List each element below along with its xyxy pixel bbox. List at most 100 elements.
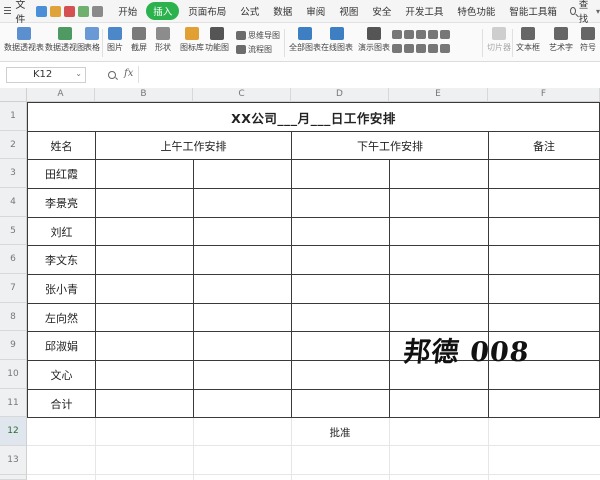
chevron-down-icon: ▾	[595, 6, 600, 16]
name-cell[interactable]: 文心	[28, 361, 95, 389]
tab-special[interactable]: 特色功能	[452, 2, 500, 20]
tab-smart-toolbox[interactable]: 智能工具箱	[504, 2, 562, 20]
row-header-13[interactable]: 13	[0, 446, 27, 475]
menu-bar: 文件 开始 插入 页面布局 公式 数据 审阅 视图 安全 开发工具 特色功能 智…	[0, 0, 600, 26]
online-chart-button[interactable]: 在线图表	[321, 27, 353, 53]
slicer-icon	[492, 27, 506, 40]
header-morning[interactable]: 上午工作安排	[96, 132, 291, 159]
name-box[interactable]: K12 ⌄	[6, 67, 86, 83]
print-icon[interactable]	[64, 5, 76, 17]
icon-library-button[interactable]: 图标库	[180, 27, 204, 53]
shape-button[interactable]: 形状	[155, 27, 171, 53]
total-cell[interactable]: 合计	[28, 390, 95, 417]
slicer-button[interactable]: 切片器	[487, 27, 511, 53]
demo-chart-label: 演示图表	[358, 43, 390, 52]
table-border	[27, 274, 600, 275]
open-icon[interactable]	[50, 5, 62, 17]
sheet-title[interactable]: XX公司___月___日工作安排	[28, 103, 599, 131]
row-header-7[interactable]: 7	[0, 274, 27, 303]
hamburger-icon	[4, 7, 12, 15]
undo-icon[interactable]	[92, 5, 104, 17]
formula-input[interactable]	[138, 66, 599, 83]
tab-home[interactable]: 开始	[113, 2, 142, 20]
chart-type-row-1[interactable]	[392, 30, 452, 39]
preview-icon[interactable]	[78, 5, 90, 17]
pivot-table-label: 数据透视表	[4, 43, 44, 52]
name-cell[interactable]: 李景亮	[28, 189, 95, 217]
chevron-down-icon: ⌄	[75, 69, 82, 78]
slicer-label: 切片器	[487, 43, 511, 52]
chart-type-row-2[interactable]	[392, 44, 452, 53]
row-header-12[interactable]: 12	[0, 417, 27, 446]
row-header-14[interactable]	[0, 475, 27, 480]
tab-developer[interactable]: 开发工具	[400, 2, 448, 20]
column-header-b[interactable]: B	[95, 88, 193, 102]
row-header-1[interactable]: 1	[0, 102, 27, 131]
screenshot-icon	[132, 27, 146, 40]
row-header-4[interactable]: 4	[0, 188, 27, 217]
row-header-9[interactable]: 9	[0, 331, 27, 360]
column-header-a[interactable]: A	[27, 88, 95, 102]
symbol-button[interactable]: 符号	[580, 27, 596, 53]
tab-page-layout[interactable]: 页面布局	[183, 2, 231, 20]
row-header-5[interactable]: 5	[0, 217, 27, 245]
save-icon[interactable]	[36, 5, 48, 17]
pivot-chart-label: 数据透视图	[45, 43, 85, 52]
pivot-chart-button[interactable]: 数据透视图	[45, 27, 85, 53]
picture-label: 图片	[107, 43, 123, 52]
row-header-10[interactable]: 10	[0, 360, 27, 389]
radar-chart-icon	[404, 44, 414, 53]
table-border	[27, 217, 600, 218]
name-cell[interactable]: 左向然	[28, 304, 95, 331]
tab-review[interactable]: 审阅	[301, 2, 330, 20]
name-cell[interactable]: 李文东	[28, 246, 95, 274]
fx-label[interactable]: fx	[124, 68, 133, 79]
pivot-table-button[interactable]: 数据透视表	[4, 27, 44, 53]
tab-view[interactable]: 视图	[334, 2, 363, 20]
mind-map-button[interactable]: 思维导图	[236, 30, 280, 41]
icon-library-icon	[185, 27, 199, 40]
name-cell[interactable]: 田红霞	[28, 160, 95, 188]
row-header-11[interactable]: 11	[0, 389, 27, 417]
menu-search[interactable]: 查找 ▾	[569, 0, 600, 25]
pivot-table-icon	[17, 27, 31, 40]
header-name[interactable]: 姓名	[28, 132, 95, 159]
table-button[interactable]: 表格	[84, 27, 100, 53]
donut-chart-icon	[416, 44, 426, 53]
function-chart-label: 功能图	[205, 43, 229, 52]
name-cell[interactable]: 张小青	[28, 275, 95, 303]
header-note[interactable]: 备注	[489, 132, 599, 159]
tab-formulas[interactable]: 公式	[235, 2, 264, 20]
textbox-button[interactable]: 文本框	[516, 27, 540, 53]
combo-chart-icon	[440, 44, 450, 53]
ribbon-divider	[482, 29, 483, 57]
picture-button[interactable]: 图片	[107, 27, 123, 53]
select-all-corner[interactable]	[0, 88, 27, 102]
column-header-c[interactable]: C	[193, 88, 291, 102]
flow-chart-button[interactable]: 流程图	[236, 44, 272, 55]
name-cell[interactable]: 刘红	[28, 218, 95, 245]
row-header-6[interactable]: 6	[0, 245, 27, 274]
column-header-d[interactable]: D	[291, 88, 389, 102]
tab-insert[interactable]: 插入	[146, 2, 180, 20]
column-header-f[interactable]: F	[488, 88, 600, 102]
row-header-2[interactable]: 2	[0, 131, 27, 159]
column-header-e[interactable]: E	[389, 88, 488, 102]
all-charts-button[interactable]: 全部图表	[289, 27, 321, 53]
header-afternoon[interactable]: 下午工作安排	[292, 132, 488, 159]
row-header-8[interactable]: 8	[0, 303, 27, 331]
gridline	[291, 417, 292, 480]
row-header-3[interactable]: 3	[0, 159, 27, 188]
demo-chart-button[interactable]: 演示图表	[358, 27, 390, 53]
tab-data[interactable]: 数据	[268, 2, 297, 20]
table-border	[95, 131, 96, 418]
zoom-icon[interactable]	[108, 71, 116, 79]
screenshot-button[interactable]: 截屏	[131, 27, 147, 53]
textbox-icon	[521, 27, 535, 40]
mind-map-icon	[236, 31, 246, 40]
approve-label[interactable]: 批准	[300, 418, 380, 446]
function-chart-button[interactable]: 功能图	[205, 27, 229, 53]
name-cell[interactable]: 邱淑娟	[28, 332, 95, 360]
wordart-button[interactable]: 艺术字	[549, 27, 573, 53]
tab-security[interactable]: 安全	[367, 2, 396, 20]
